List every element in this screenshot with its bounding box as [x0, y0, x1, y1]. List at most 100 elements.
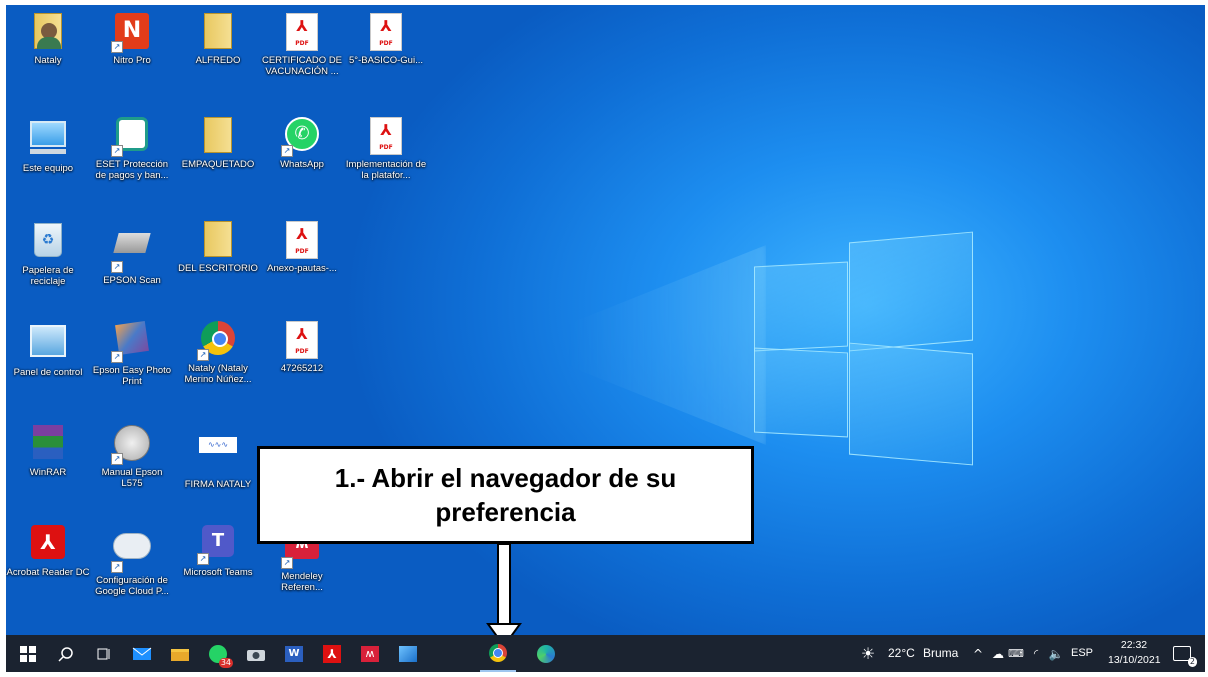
scanner-icon: ↗ — [111, 233, 151, 273]
computer-icon — [29, 121, 67, 159]
folder-icon — [199, 13, 237, 51]
desktop-icon-teams[interactable]: T ↗ Microsoft Teams — [176, 525, 260, 578]
desktop-icon-cloud-print[interactable]: ↗ Configuración de Google Cloud P... — [90, 525, 174, 597]
taskbar-chrome[interactable] — [480, 635, 516, 672]
task-view-icon — [97, 648, 110, 659]
weather-icon[interactable]: ☀ — [858, 635, 878, 672]
control-panel-icon — [29, 325, 67, 363]
edge-icon — [537, 644, 555, 663]
chrome-icon — [489, 643, 507, 662]
acrobat-icon: ⅄ — [29, 525, 67, 563]
cloud-print-icon: ↗ — [111, 533, 151, 573]
desktop-icon-basico-guia[interactable]: ⅄ PDF 5°-BASICO-Gui... — [344, 13, 428, 66]
desktop-icon-alfredo[interactable]: ALFREDO — [176, 13, 260, 66]
search-button[interactable] — [48, 635, 84, 672]
start-button[interactable] — [10, 635, 46, 672]
desktop-icon-epson-scan[interactable]: ↗ EPSON Scan — [90, 221, 174, 286]
desktop-icon-este-equipo[interactable]: Este equipo — [6, 117, 90, 174]
teams-icon: T ↗ — [197, 525, 237, 565]
light-beam — [566, 245, 766, 445]
taskbar-whatsapp[interactable]: 34 — [200, 635, 236, 672]
taskbar-mendeley[interactable]: ʍ — [352, 635, 388, 672]
clock[interactable]: 22:32 13/10/2021 — [1108, 638, 1161, 668]
taskbar-camera[interactable] — [238, 635, 274, 672]
winrar-icon — [29, 425, 67, 463]
acrobat-icon: ⅄ — [323, 644, 341, 663]
instruction-callout: 1.- Abrir el navegador de su preferencia — [257, 446, 754, 544]
pdf-icon: ⅄ PDF — [283, 221, 321, 259]
desktop-icon-firma-nataly[interactable]: ∿∿∿ FIRMA NATALY — [176, 425, 260, 490]
desktop-icon-anexo-pautas[interactable]: ⅄ PDF Anexo-pautas-... — [260, 221, 344, 274]
pdf-icon: ⅄ PDF — [367, 117, 405, 155]
desktop-icon-del-escritorio[interactable]: DEL ESCRITORIO — [176, 221, 260, 274]
signature-image-icon: ∿∿∿ — [199, 437, 237, 475]
notification-count: 2 — [1187, 657, 1197, 667]
desktop-icon-whatsapp[interactable]: ✆ ↗ WhatsApp — [260, 117, 344, 170]
taskbar-acrobat[interactable]: ⅄ — [314, 635, 350, 672]
taskbar-word[interactable]: W — [276, 635, 312, 672]
desktop-icon-certificado[interactable]: ⅄ PDF CERTIFICADO DE VACUNACIÓN ... — [260, 13, 344, 77]
eset-icon: ↗ — [111, 117, 151, 157]
desktop-icon-acrobat[interactable]: ⅄ Acrobat Reader DC — [6, 525, 90, 578]
cloud-icon[interactable]: ☁ — [989, 635, 1007, 672]
word-icon: W — [285, 645, 303, 662]
pdf-icon: ⅄ PDF — [367, 13, 405, 51]
desktop-icon-winrar[interactable]: WinRAR — [6, 425, 90, 478]
keyboard-icon[interactable]: ⌨ — [1007, 635, 1025, 672]
photos-icon — [399, 645, 417, 662]
windows-logo-pane — [849, 342, 973, 466]
volume-icon[interactable]: 🔈 — [1047, 635, 1065, 672]
mail-icon — [132, 647, 152, 660]
language-indicator[interactable]: ESP — [1071, 635, 1093, 672]
callout-line-1: 1.- Abrir el navegador de su — [334, 463, 677, 493]
search-icon — [58, 646, 73, 662]
weather-temp[interactable]: 22°C — [888, 635, 915, 672]
wifi-icon[interactable]: ◜ — [1027, 635, 1045, 672]
photo-print-icon: ↗ — [111, 321, 151, 363]
chevron-up-icon[interactable]: ^ — [969, 635, 987, 672]
manual-icon: ↗ — [111, 425, 151, 465]
desktop-icon-nataly[interactable]: Nataly — [6, 13, 90, 66]
callout-line-2: preferencia — [435, 497, 576, 527]
desktop-icon-chrome-nataly[interactable]: ↗ Nataly (Nataly Merino Núñez... — [176, 321, 260, 385]
camera-icon — [247, 649, 265, 661]
desktop-icon-eset[interactable]: ↗ ESET Protección de pagos y ban... — [90, 117, 174, 181]
desktop-icon-empaquetado[interactable]: EMPAQUETADO — [176, 117, 260, 170]
notification-badge: 34 — [218, 657, 233, 668]
down-arrow — [486, 544, 522, 648]
task-view-button[interactable] — [86, 635, 122, 672]
desktop-icon-implementacion[interactable]: ⅄ PDF Implementación de la platafor... — [344, 117, 428, 181]
whatsapp-icon: ✆ ↗ — [281, 117, 321, 157]
desktop-icon-epson-photo[interactable]: ↗ Epson Easy Photo Print — [90, 321, 174, 387]
desktop-icon-47265212[interactable]: ⅄ PDF 47265212 — [260, 321, 344, 374]
chrome-profile-icon: ↗ — [197, 321, 237, 361]
folder-icon — [199, 117, 237, 155]
whatsapp-icon: 34 — [209, 644, 233, 668]
desktop: Nataly N ↗ Nitro Pro ALFREDO ⅄ PDF CERTIF… — [6, 5, 1205, 672]
desktop-icon-manual-epson[interactable]: ↗ Manual Epson L575 — [90, 425, 174, 489]
windows-logo-pane — [754, 261, 848, 352]
folder-icon — [171, 648, 189, 661]
taskbar-edge[interactable] — [528, 635, 564, 672]
taskbar-mail[interactable] — [124, 635, 160, 672]
taskbar-photos[interactable] — [390, 635, 426, 672]
notifications-button[interactable]: 2 — [1168, 635, 1197, 672]
windows-logo-pane — [754, 347, 848, 438]
recycle-bin-icon: ♻ — [29, 223, 67, 261]
windows-start-icon — [20, 645, 36, 662]
desktop-icon-panel-control[interactable]: Panel de control — [6, 321, 90, 378]
windows-logo-pane — [849, 231, 973, 352]
taskbar: 34 W ⅄ ʍ ☀ 22°C Bruma ^ ☁ ⌨ ◜ 🔈 ESP 22:3… — [6, 635, 1205, 672]
mendeley-icon: ʍ — [361, 645, 379, 662]
notification-center-icon: 2 — [1173, 646, 1197, 667]
desktop-icon-nitro-pro[interactable]: N ↗ Nitro Pro — [90, 13, 174, 66]
weather-desc[interactable]: Bruma — [923, 635, 958, 672]
nitro-pro-icon: N ↗ — [111, 13, 151, 53]
user-folder-icon — [29, 13, 67, 51]
pdf-icon: ⅄ PDF — [283, 321, 321, 359]
desktop-icon-papelera[interactable]: ♻ Papelera de reciclaje — [6, 221, 90, 287]
folder-icon — [199, 221, 237, 259]
clock-date: 13/10/2021 — [1108, 654, 1161, 666]
taskbar-file-explorer[interactable] — [162, 635, 198, 672]
pdf-icon: ⅄ PDF — [283, 13, 321, 51]
